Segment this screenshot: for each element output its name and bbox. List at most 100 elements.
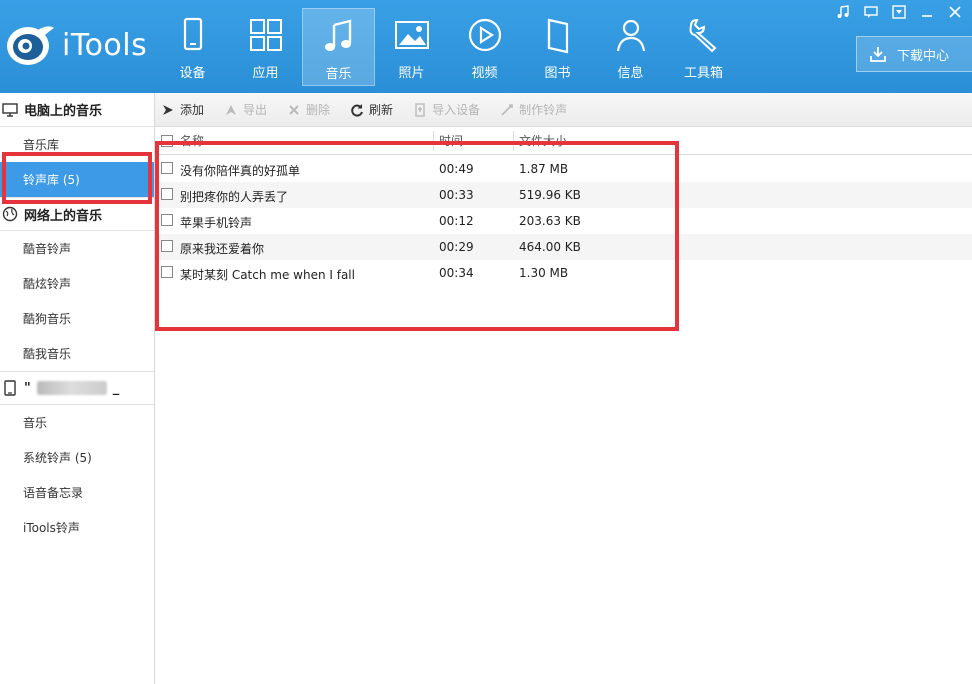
section-web-music: 网络上的音乐 (0, 197, 154, 231)
table-row[interactable]: 苹果手机铃声 00:12 203.63 KB (155, 208, 972, 234)
export-icon (226, 104, 237, 115)
nav-device[interactable]: 设备 (156, 8, 229, 86)
export-button[interactable]: 导出 (224, 101, 267, 118)
table-row[interactable]: 某时某刻 Catch me when I fall 00:34 1.30 MB (155, 260, 972, 286)
nav-info[interactable]: 信息 (594, 8, 667, 86)
download-center-button[interactable]: 下载中心 (856, 36, 972, 72)
feedback-button[interactable] (862, 4, 880, 20)
row-checkbox[interactable] (161, 240, 173, 252)
chat-icon (864, 6, 878, 18)
globe-icon (2, 206, 18, 222)
row-checkbox[interactable] (161, 214, 173, 226)
download-center-label: 下载中心 (897, 48, 950, 64)
row-checkbox[interactable] (161, 188, 173, 200)
make-ringtone-button[interactable]: 制作铃声 (500, 101, 567, 118)
sidebar-item-ringtone-library[interactable]: 铃声库 (5) (0, 162, 154, 197)
sidebar-item-kugou-music[interactable]: 酷狗音乐 (0, 301, 154, 336)
column-divider (513, 131, 514, 151)
sidebar-item-kuwo-music[interactable]: 酷我音乐 (0, 336, 154, 371)
make-ringtone-label: 制作铃声 (519, 103, 568, 117)
refresh-button[interactable]: 刷新 (350, 101, 393, 118)
monitor-icon (2, 102, 18, 117)
sidebar-item-kuyin-ringtone[interactable]: 酷音铃声 (0, 231, 154, 266)
itools-logo-icon (4, 22, 56, 68)
close-icon (949, 6, 961, 18)
cell-time: 00:49 (439, 162, 474, 176)
row-checkbox[interactable] (161, 266, 173, 278)
column-header-time[interactable]: 时间 (439, 132, 463, 149)
delete-button[interactable]: 删除 (287, 101, 330, 118)
column-header-size[interactable]: 文件大小 (519, 132, 567, 149)
ringtone-table-body: 没有你陪伴真的好孤单 00:49 1.87 MB 别把疼你的人弄丢了 00:33… (155, 156, 972, 286)
export-label: 导出 (243, 103, 268, 117)
nav-photos[interactable]: 照片 (375, 8, 448, 86)
sidebar-item-device-music[interactable]: 音乐 (0, 405, 154, 440)
table-row[interactable]: 别把疼你的人弄丢了 00:33 519.96 KB (155, 182, 972, 208)
nav-books[interactable]: 图书 (521, 8, 594, 86)
cell-time: 00:33 (439, 188, 474, 202)
add-label: 添加 (180, 103, 205, 117)
cell-size: 464.00 KB (519, 240, 581, 254)
action-toolbar: 添加 导出 删除 刷新 导入设备 制作铃声 (155, 93, 972, 127)
download-icon (870, 47, 886, 62)
tablet-icon (4, 380, 16, 396)
app-logo: iTools (4, 22, 147, 68)
cell-time: 00:34 (439, 266, 474, 280)
table-header: 名称 时间 文件大小 (155, 127, 972, 155)
music-mini-button[interactable] (834, 4, 852, 20)
play-icon (468, 18, 501, 52)
itools-window: iTools 设备 应用 音乐 照片 视频 图书 信息 工具箱 下载中心 电脑上… (0, 0, 972, 684)
cell-size: 203.63 KB (519, 214, 581, 228)
cell-name: 没有你陪伴真的好孤单 (180, 164, 301, 178)
phone-icon (183, 17, 202, 51)
nav-label: 工具箱 (683, 66, 723, 81)
cell-size: 519.96 KB (519, 188, 581, 202)
music-note-small-icon (837, 5, 849, 18)
import-device-label: 导入设备 (432, 103, 481, 117)
sidebar-item-kuxuan-ringtone[interactable]: 酷炫铃声 (0, 266, 154, 301)
select-all-checkbox[interactable] (161, 135, 173, 147)
nav-label: 照片 (398, 66, 425, 81)
device-name-redacted (36, 381, 107, 395)
sidebar: 电脑上的音乐 音乐库 铃声库 (5) 网络上的音乐 酷音铃声 酷炫铃声 酷狗音乐… (0, 93, 155, 684)
refresh-label: 刷新 (369, 103, 394, 117)
section-title: 网络上的音乐 (24, 208, 103, 224)
nav-label: 信息 (617, 66, 644, 81)
sidebar-item-system-ringtones[interactable]: 系统铃声 (5) (0, 440, 154, 475)
nav-label: 应用 (252, 66, 279, 81)
sidebar-item-voice-memos[interactable]: 语音备忘录 (0, 475, 154, 510)
sidebar-item-music-library[interactable]: 音乐库 (0, 127, 154, 162)
row-checkbox[interactable] (161, 162, 173, 174)
nav-apps[interactable]: 应用 (229, 8, 302, 86)
nav-video[interactable]: 视频 (448, 8, 521, 86)
nav-toolbox[interactable]: 工具箱 (667, 8, 740, 86)
window-controls (834, 4, 964, 20)
cell-name: 某时某刻 Catch me when I fall (180, 268, 355, 282)
book-icon (547, 18, 568, 54)
section-device: " _ (0, 371, 154, 405)
nav-label: 设备 (179, 66, 206, 81)
minimize-icon (922, 15, 932, 17)
nav-label: 图书 (544, 66, 571, 81)
sidebar-item-itools-ringtones[interactable]: iTools铃声 (0, 510, 154, 545)
column-divider (433, 131, 434, 151)
refresh-icon (351, 103, 364, 116)
nav-music[interactable]: 音乐 (302, 8, 375, 86)
column-header-name[interactable]: 名称 (180, 132, 204, 149)
add-button[interactable]: 添加 (161, 101, 204, 118)
table-row[interactable]: 没有你陪伴真的好孤单 00:49 1.87 MB (155, 156, 972, 182)
cell-name: 别把疼你的人弄丢了 (180, 190, 289, 204)
cell-time: 00:12 (439, 214, 474, 228)
cell-size: 1.30 MB (519, 266, 569, 280)
close-button[interactable] (946, 4, 964, 20)
section-title: 电脑上的音乐 (24, 104, 103, 119)
minimize-button[interactable] (918, 4, 936, 20)
table-row[interactable]: 原来我还爱着你 00:29 464.00 KB (155, 234, 972, 260)
menu-button[interactable] (890, 4, 908, 20)
cell-size: 1.87 MB (519, 162, 569, 176)
apps-grid-icon (249, 19, 282, 51)
import-device-button[interactable]: 导入设备 (413, 101, 480, 118)
cell-time: 00:29 (439, 240, 474, 254)
add-arrow-icon (163, 104, 173, 115)
music-note-icon (324, 19, 351, 51)
